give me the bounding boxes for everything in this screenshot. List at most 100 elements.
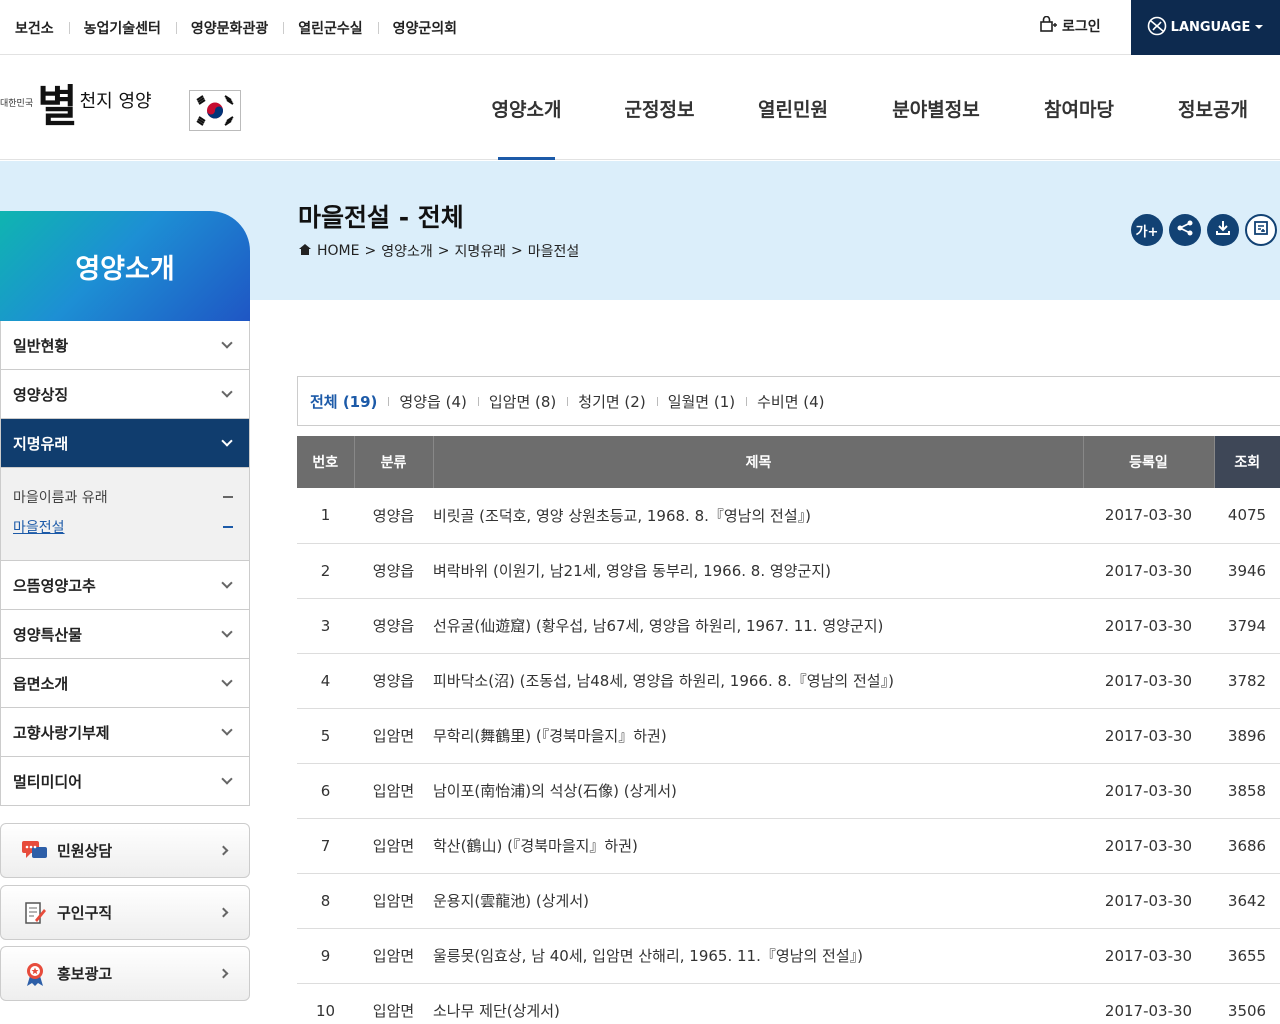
row-title-link[interactable]: 선유굴(仙遊窟) (황우섭, 남67세, 영양읍 하원리, 1967. 11. … [433, 617, 883, 635]
tab-yeongyang-eup[interactable]: 영양읍 (4) [388, 391, 477, 412]
row-number: 7 [297, 818, 354, 874]
chevron-down-icon [221, 724, 233, 736]
tab-all[interactable]: 전체 (19) [310, 391, 388, 412]
table-row: 3 영양읍 선유굴(仙遊窟) (황우섭, 남67세, 영양읍 하원리, 1967. … [297, 598, 1280, 654]
breadcrumb-place-origin[interactable]: 지명유래 [454, 241, 506, 261]
breadcrumb-intro[interactable]: 영양소개 [381, 241, 433, 261]
job-search-label: 구인구직 [57, 904, 113, 922]
row-title-cell: 학산(鶴山) (『경북마을지』하권) [433, 818, 1083, 874]
gnb-item-county-info[interactable]: 군정정보 [593, 56, 726, 160]
row-number: 5 [297, 708, 354, 764]
share-button[interactable] [1169, 214, 1201, 246]
row-number: 4 [297, 653, 354, 709]
row-views: 3506 [1214, 983, 1280, 1024]
breadcrumb: HOME > 영양소개 > 지명유래 > 마을전설 [298, 241, 579, 261]
login-button[interactable]: 로그인 [1040, 15, 1101, 36]
row-date: 2017-03-30 [1083, 543, 1214, 599]
chevron-down-icon [221, 386, 233, 398]
gnb-item-info-disclosure[interactable]: 정보공개 [1146, 56, 1280, 160]
legend-list-table: 번호 분류 제목 등록일 조회 1 영양읍 비릿골 (조덕호, 영양 상원초등교, … [297, 436, 1280, 1024]
tab-ipam-myeon[interactable]: 입암면 (8) [477, 391, 567, 412]
dash-icon [223, 526, 233, 528]
print-button[interactable] [1245, 214, 1277, 246]
row-views: 3655 [1214, 928, 1280, 984]
sidebar-item-pepper[interactable]: 으뜸영양고추 [1, 561, 249, 610]
sidebar-item-label: 지명유래 [13, 434, 69, 453]
submenu-item-village-legend[interactable]: 마을전설 [13, 512, 237, 542]
row-title-link[interactable]: 울릉못(임효상, 남 40세, 입암면 산해리, 1965. 11.『영남의 전… [433, 947, 863, 965]
gnb-item-civil-service[interactable]: 열린민원 [726, 56, 860, 160]
column-header-title-text: 제목 [745, 455, 772, 471]
download-button[interactable] [1207, 214, 1239, 246]
family-site-links: 보건소 농업기술센터 영양문화관광 열린군수실 영양군의회 [0, 0, 472, 55]
civil-consultation-label: 민원상담 [57, 842, 113, 860]
row-title-link[interactable]: 비릿골 (조덕호, 영양 상원초등교, 1968. 8.『영남의 전설』) [433, 507, 811, 525]
row-views: 3782 [1214, 653, 1280, 709]
row-title-cell: 울릉못(임효상, 남 40세, 입암면 산해리, 1965. 11.『영남의 전… [433, 928, 1083, 984]
sidebar-item-specialties[interactable]: 영양특산물 [1, 610, 249, 659]
dash-icon [223, 496, 233, 498]
sidebar-item-place-origin[interactable]: 지명유래 [1, 419, 249, 468]
breadcrumb-village-legend[interactable]: 마을전설 [528, 241, 580, 261]
row-title-link[interactable]: 무학리(舞鶴里) (『경북마을지』하권) [433, 727, 667, 745]
top-link-agri-center[interactable]: 농업기술센터 [68, 18, 176, 38]
top-link-tourism[interactable]: 영양문화관광 [175, 18, 283, 38]
breadcrumb-separator: > [437, 243, 450, 259]
submenu-item-village-names[interactable]: 마을이름과 유래 [13, 482, 237, 512]
sidebar-item-towns[interactable]: 읍면소개 [1, 659, 249, 708]
sidebar-item-hometown-donation[interactable]: 고향사랑기부제 [1, 708, 249, 757]
sidebar-item-label: 읍면소개 [13, 674, 69, 693]
breadcrumb-home[interactable]: HOME [317, 243, 359, 259]
row-title-link[interactable]: 소나무 제단(상게서) [433, 1002, 560, 1020]
sidebar-item-multimedia[interactable]: 멀티미디어 [1, 757, 249, 806]
download-icon [1214, 219, 1232, 241]
chat-icon [21, 838, 49, 864]
row-category: 영양읍 [354, 543, 433, 599]
row-views: 3858 [1214, 763, 1280, 819]
table-row: 5 입암면 무학리(舞鶴里) (『경북마을지』하권) 2017-03-30 3896 [297, 708, 1280, 764]
tab-irwol-myeon[interactable]: 일월면 (1) [656, 391, 746, 412]
sidebar-item-label: 영양특산물 [13, 625, 83, 644]
row-title-link[interactable]: 학산(鶴山) (『경북마을지』하권) [433, 837, 638, 855]
row-title-link[interactable]: 운용지(雲龍池) (상게서) [433, 892, 589, 910]
top-link-health-center[interactable]: 보건소 [0, 18, 69, 38]
logo-small-text: 대한민국 [0, 98, 34, 109]
sidebar-item-symbols[interactable]: 영양상징 [1, 370, 249, 419]
font-size-button[interactable]: 가+ [1131, 214, 1163, 246]
language-selector[interactable]: LANGUAGE [1131, 0, 1280, 55]
global-navigation: 영양소개 군정정보 열린민원 분야별정보 참여마당 정보공개 [460, 56, 1280, 160]
gnb-item-intro[interactable]: 영양소개 [460, 56, 593, 160]
top-link-governor-office[interactable]: 열린군수실 [283, 18, 377, 38]
row-number: 3 [297, 598, 354, 654]
row-title-cell: 남이포(南怡浦)의 석상(石像) (상게서) [433, 763, 1083, 819]
top-link-county-council[interactable]: 영양군의회 [377, 18, 472, 38]
table-row: 8 입암면 운용지(雲龍池) (상게서) 2017-03-30 3642 [297, 873, 1280, 929]
row-title-link[interactable]: 벼락바위 (이원기, 남21세, 영양읍 동부리, 1966. 8. 영양군지) [433, 562, 831, 580]
gnb-item-field-info[interactable]: 분야별정보 [860, 56, 1012, 160]
row-date: 2017-03-30 [1083, 873, 1214, 929]
tab-subi-myeon[interactable]: 수비면 (4) [746, 391, 835, 412]
chevron-down-icon [221, 577, 233, 589]
row-title-link[interactable]: 피바닥소(沼) (조동섭, 남48세, 영양읍 하원리, 1966. 8.『영남… [433, 672, 894, 690]
promotion-ad-button[interactable]: 홍보광고 [0, 946, 250, 1001]
chevron-down-icon [221, 626, 233, 638]
site-logo[interactable]: 대한민국 별 천지 영양 [0, 70, 152, 134]
row-date: 2017-03-30 [1083, 598, 1214, 654]
job-search-button[interactable]: 구인구직 [0, 885, 250, 940]
sidebar-header: 영양소개 [0, 211, 250, 321]
gnb-item-participation[interactable]: 참여마당 [1012, 56, 1146, 160]
row-date: 2017-03-30 [1083, 928, 1214, 984]
row-title-cell: 운용지(雲龍池) (상게서) [433, 873, 1083, 929]
row-number: 10 [297, 983, 354, 1024]
row-title-link[interactable]: 남이포(南怡浦)의 석상(石像) (상게서) [433, 782, 677, 800]
civil-consultation-button[interactable]: 민원상담 [0, 823, 250, 878]
chevron-down-icon [221, 675, 233, 687]
row-views: 3794 [1214, 598, 1280, 654]
tab-cheonggi-myeon[interactable]: 청기면 (2) [567, 391, 656, 412]
sidebar-item-general-status[interactable]: 일반현황 [1, 321, 249, 370]
lock-icon [1040, 15, 1058, 36]
column-header-date: 등록일 [1083, 436, 1215, 488]
row-category: 입암면 [354, 818, 433, 874]
document-pen-icon [21, 900, 49, 926]
site-header: 대한민국 별 천지 영양 영양소개 군정정보 열린민원 분야별정보 참여마당 정… [0, 56, 1280, 160]
